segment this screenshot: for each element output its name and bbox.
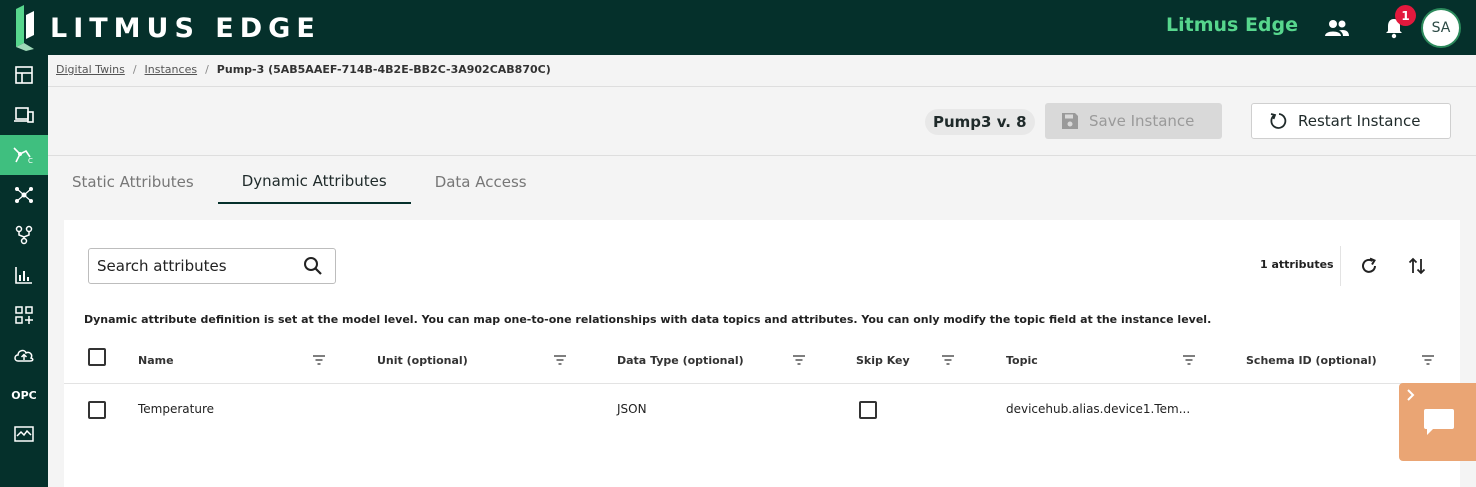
select-all-checkbox[interactable] [88, 348, 106, 366]
column-header-name[interactable]: Name [138, 354, 174, 367]
top-bar: LITMUS EDGE Litmus Edge 1 SA [0, 0, 1476, 55]
column-header-skip-key[interactable]: Skip Key [856, 354, 910, 367]
notification-badge[interactable]: 1 [1395, 5, 1416, 26]
sidebar-item-dashboard[interactable] [0, 55, 48, 95]
sidebar-item-devices[interactable] [0, 95, 48, 135]
filter-icon[interactable] [1182, 351, 1196, 370]
filter-icon[interactable] [792, 351, 806, 370]
filter-icon[interactable] [1421, 351, 1435, 370]
version-chip: Pump3 v. 8 [925, 109, 1035, 135]
sort-icon[interactable] [1406, 255, 1428, 277]
breadcrumb-digital-twins[interactable]: Digital Twins [56, 63, 125, 76]
flows-icon [15, 225, 33, 245]
chat-widget[interactable] [1399, 383, 1476, 461]
user-avatar[interactable]: SA [1421, 8, 1461, 48]
refresh-icon[interactable] [1358, 255, 1380, 277]
digital-twins-icon: C [13, 147, 33, 165]
breadcrumb: Digital Twins / Instances / Pump-3 (5AB5… [56, 63, 551, 76]
brand-name: Litmus Edge [1166, 14, 1299, 36]
save-instance-label: Save Instance [1089, 112, 1195, 130]
sidebar-item-digital-twins[interactable]: C [0, 135, 48, 175]
breadcrumb-separator: / [132, 63, 137, 76]
cell-topic[interactable]: devicehub.alias.device1.Tem... [1006, 402, 1190, 416]
column-header-unit[interactable]: Unit (optional) [377, 354, 468, 367]
skip-key-checkbox[interactable] [859, 401, 877, 419]
applications-icon [15, 306, 33, 324]
restart-icon [1268, 111, 1288, 131]
save-instance-button[interactable]: Save Instance [1045, 103, 1222, 139]
cell-name: Temperature [138, 402, 215, 416]
search-icon[interactable] [303, 256, 323, 280]
sidebar-item-analytics[interactable] [0, 255, 48, 295]
action-row-divider [48, 155, 1476, 156]
breadcrumb-separator: / [205, 63, 209, 76]
tab-dynamic-attributes[interactable]: Dynamic Attributes [217, 160, 411, 204]
svg-text:C: C [28, 157, 33, 165]
table-row[interactable]: Temperature JSON devicehub.alias.device1… [64, 385, 1460, 433]
sidebar-item-integration[interactable] [0, 175, 48, 215]
toolbar-divider [1340, 246, 1341, 286]
sidebar-item-opc[interactable]: OPC [0, 375, 48, 415]
sidebar-item-cloud[interactable] [0, 335, 48, 375]
litmus-logo-mark-icon [14, 5, 40, 51]
sidebar-item-monitoring[interactable] [0, 415, 48, 455]
monitoring-icon [14, 426, 34, 442]
restart-instance-button[interactable]: Restart Instance [1251, 103, 1451, 139]
cell-data-type: JSON [617, 402, 647, 416]
cloud-upload-icon [14, 349, 34, 362]
column-header-schema-id[interactable]: Schema ID (optional) [1246, 354, 1377, 367]
search-box [88, 248, 336, 284]
opc-label: OPC [11, 388, 37, 402]
integration-icon [15, 187, 33, 203]
table-header: Name Unit (optional) Data Type (optional… [64, 338, 1460, 384]
users-icon[interactable] [1323, 14, 1351, 42]
tab-data-access[interactable]: Data Access [411, 160, 551, 204]
attribute-count: 1 attributes [1260, 258, 1334, 271]
filter-icon[interactable] [941, 351, 955, 370]
column-header-topic[interactable]: Topic [1006, 354, 1038, 367]
filter-icon[interactable] [312, 351, 326, 370]
search-input[interactable] [97, 257, 297, 275]
dynamic-attributes-panel: 1 attributes Dynamic attribute definitio… [64, 220, 1460, 487]
sidebar-item-flows[interactable] [0, 215, 48, 255]
column-header-data-type[interactable]: Data Type (optional) [617, 354, 744, 367]
filter-icon[interactable] [553, 351, 567, 370]
devices-icon [14, 107, 34, 123]
sidebar-item-applications[interactable] [0, 295, 48, 335]
analytics-icon [15, 267, 32, 284]
tab-bar: Static Attributes Dynamic Attributes Dat… [48, 160, 551, 204]
breadcrumb-instances[interactable]: Instances [145, 63, 198, 76]
dashboard-icon [15, 66, 33, 84]
save-icon [1061, 112, 1079, 130]
breadcrumb-current: Pump-3 (5AB5AAEF-714B-4B2E-BB2C-3A902CAB… [216, 63, 551, 76]
tab-static-attributes[interactable]: Static Attributes [48, 160, 218, 204]
litmus-logo[interactable]: LITMUS EDGE [14, 5, 321, 51]
dynamic-attributes-note: Dynamic attribute definition is set at t… [84, 313, 1212, 326]
chat-bubble-icon [1423, 407, 1455, 441]
logo-text: LITMUS EDGE [50, 12, 321, 44]
chevron-right-icon[interactable] [1405, 387, 1417, 406]
row-select-checkbox[interactable] [88, 401, 106, 419]
restart-instance-label: Restart Instance [1298, 112, 1421, 130]
breadcrumb-divider [48, 86, 1476, 87]
sidebar-nav: C OPC [0, 55, 48, 487]
